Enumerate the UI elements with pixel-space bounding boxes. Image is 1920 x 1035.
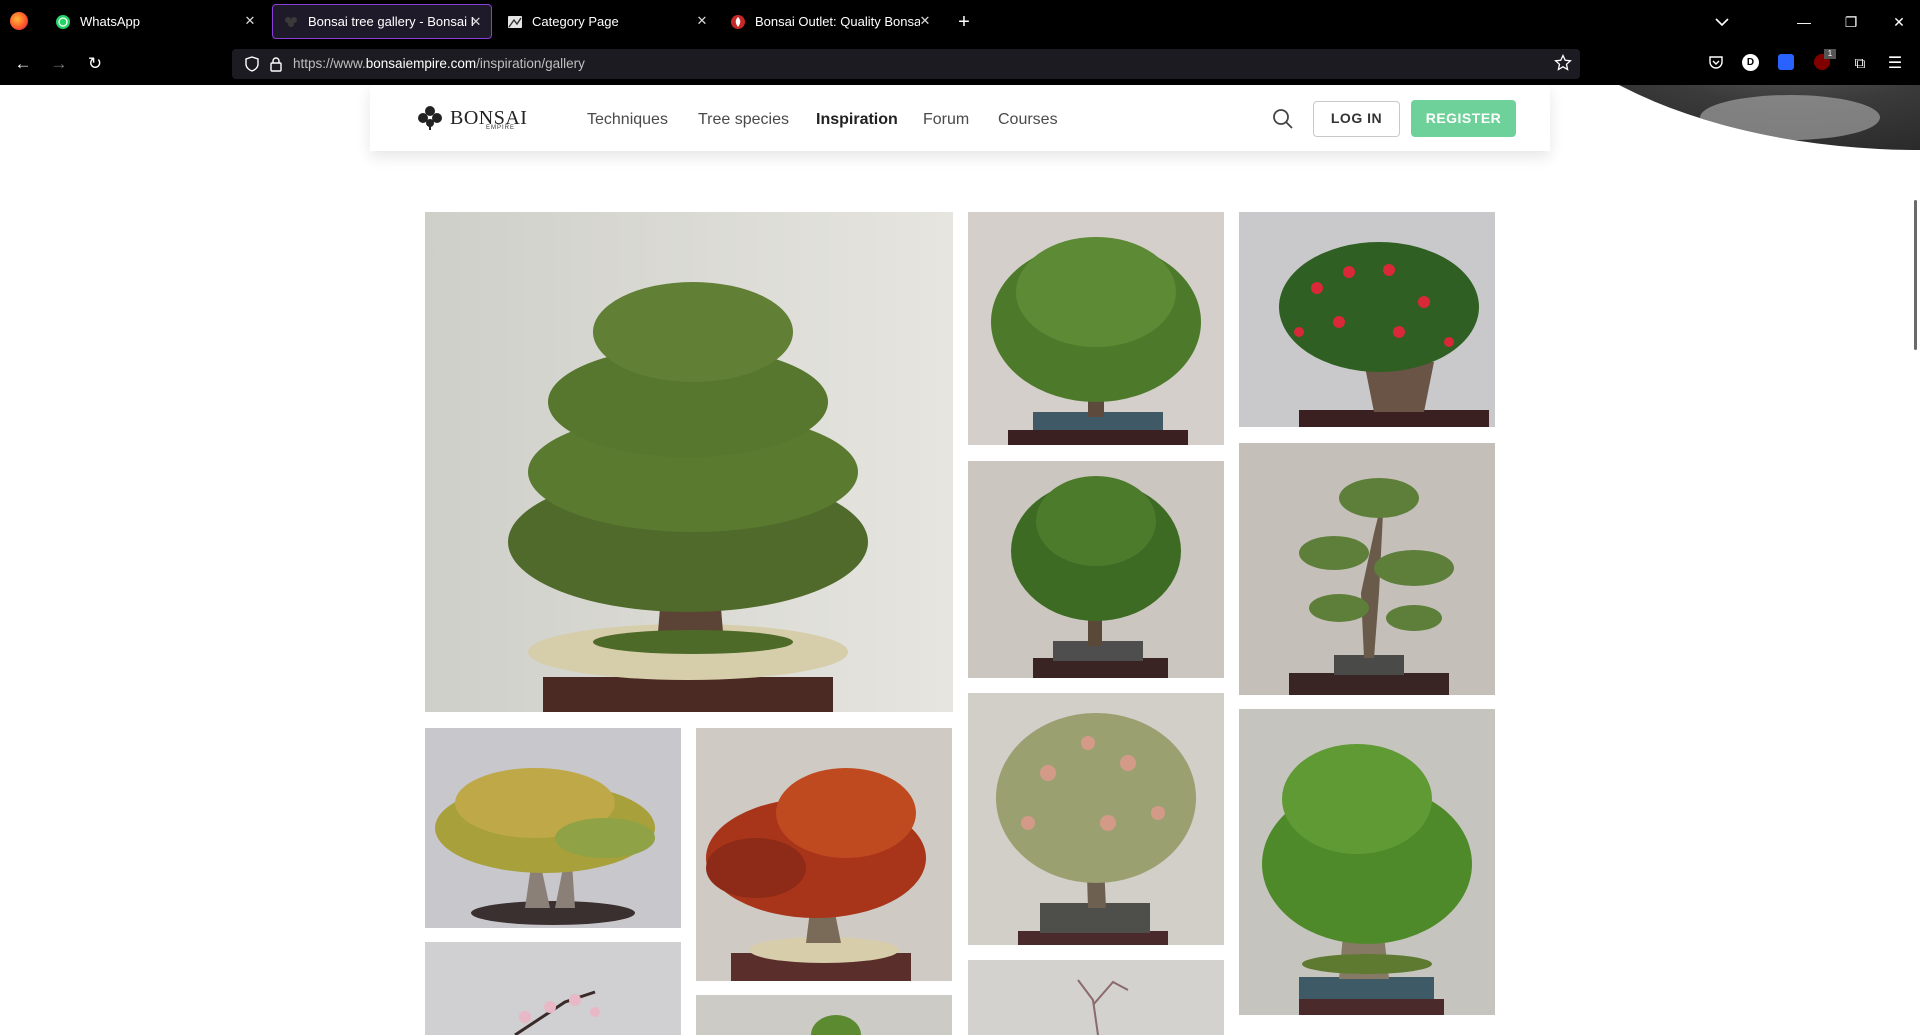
minimize-window-icon[interactable]: — bbox=[1790, 8, 1818, 36]
url-prefix: https://www. bbox=[293, 56, 366, 71]
gallery-photo[interactable] bbox=[425, 942, 681, 1035]
gallery-photo[interactable] bbox=[968, 461, 1224, 678]
tab-category-page[interactable]: Category Page ✕ bbox=[497, 4, 717, 39]
pocket-icon[interactable] bbox=[1706, 54, 1726, 74]
tab-whatsapp[interactable]: WhatsApp ✕ bbox=[45, 4, 265, 39]
category-page-icon bbox=[507, 14, 523, 30]
tab-bonsai-gallery[interactable]: Bonsai tree gallery - Bonsai Emp ✕ bbox=[272, 4, 492, 39]
close-tab-icon[interactable]: ✕ bbox=[916, 12, 934, 30]
close-tab-icon[interactable]: ✕ bbox=[241, 12, 259, 30]
extensions-puzzle-icon[interactable]: ⧉ bbox=[1850, 54, 1870, 74]
address-bar[interactable]: https://www.bonsaiempire.com/inspiration… bbox=[232, 49, 1580, 79]
gallery-photo[interactable] bbox=[696, 728, 952, 981]
tab-title: Bonsai tree gallery - Bonsai Emp bbox=[308, 14, 473, 29]
close-tab-icon[interactable]: ✕ bbox=[467, 13, 485, 31]
forward-icon[interactable]: → bbox=[46, 51, 72, 77]
gallery-photo[interactable] bbox=[968, 212, 1224, 445]
close-window-icon[interactable]: ✕ bbox=[1885, 8, 1913, 36]
nav-techniques[interactable]: Techniques bbox=[587, 111, 668, 129]
url-path: /inspiration/gallery bbox=[476, 56, 585, 71]
restore-window-icon[interactable]: ❐ bbox=[1837, 8, 1865, 36]
nav-forum[interactable]: Forum bbox=[923, 111, 969, 129]
whatsapp-icon bbox=[55, 14, 71, 30]
hamburger-menu-icon[interactable]: ☰ bbox=[1885, 54, 1905, 74]
list-all-tabs-icon[interactable] bbox=[1708, 8, 1736, 36]
nav-inspiration[interactable]: Inspiration bbox=[816, 111, 898, 129]
search-icon[interactable] bbox=[1272, 108, 1294, 130]
web-page: BONSAI EMPIRE Techniques Tree species In… bbox=[0, 85, 1920, 1035]
bonsai-logo-icon bbox=[418, 106, 442, 130]
tab-title: WhatsApp bbox=[80, 14, 140, 29]
url-text[interactable]: https://www.bonsaiempire.com/inspiration… bbox=[293, 56, 585, 71]
tab-title: Category Page bbox=[532, 14, 619, 29]
gallery-photo[interactable] bbox=[696, 995, 952, 1035]
page-scrollbar-thumb[interactable] bbox=[1914, 200, 1917, 350]
firefox-menu-icon[interactable] bbox=[10, 12, 28, 30]
bookmark-star-icon[interactable] bbox=[1554, 53, 1572, 72]
lock-icon[interactable] bbox=[268, 56, 284, 72]
account-avatar-icon[interactable]: D bbox=[1742, 54, 1762, 74]
new-tab-icon[interactable]: + bbox=[950, 8, 978, 36]
hero-image-corner bbox=[1500, 85, 1920, 150]
gallery-photo[interactable] bbox=[425, 728, 681, 928]
browser-tab-bar: WhatsApp ✕ Bonsai tree gallery - Bonsai … bbox=[0, 0, 1920, 43]
bonsai-outlet-icon bbox=[730, 14, 746, 30]
nav-courses[interactable]: Courses bbox=[998, 111, 1058, 129]
gallery-photo[interactable] bbox=[968, 693, 1224, 945]
browser-nav-bar: ← → ↻ https://www.bonsaiempire.com/inspi… bbox=[0, 43, 1920, 85]
gallery-photo[interactable] bbox=[968, 960, 1224, 1035]
back-icon[interactable]: ← bbox=[10, 51, 36, 77]
site-header: BONSAI EMPIRE Techniques Tree species In… bbox=[370, 85, 1550, 151]
ublock-icon[interactable]: 1 bbox=[1814, 49, 1836, 74]
tracking-protection-shield-icon[interactable] bbox=[244, 56, 260, 72]
close-tab-icon[interactable]: ✕ bbox=[693, 12, 711, 30]
site-logo[interactable]: BONSAI EMPIRE bbox=[416, 105, 527, 131]
extension-shield-icon[interactable] bbox=[1778, 54, 1798, 74]
tab-bonsai-outlet[interactable]: Bonsai Outlet: Quality Bonsai Tr ✕ bbox=[720, 4, 940, 39]
gallery-photo[interactable] bbox=[1239, 709, 1495, 1015]
gallery-photo[interactable] bbox=[1239, 443, 1495, 695]
login-button[interactable]: LOG IN bbox=[1313, 101, 1400, 137]
gallery-photo[interactable] bbox=[425, 212, 953, 712]
tab-title: Bonsai Outlet: Quality Bonsai Tr bbox=[755, 14, 920, 29]
register-button[interactable]: REGISTER bbox=[1411, 100, 1516, 137]
logo-subtext: EMPIRE bbox=[486, 125, 516, 131]
bonsai-empire-icon bbox=[283, 14, 299, 30]
url-host: bonsaiempire.com bbox=[365, 56, 477, 71]
reload-icon[interactable]: ↻ bbox=[82, 51, 108, 77]
gallery-photo[interactable] bbox=[1239, 212, 1495, 427]
nav-tree-species[interactable]: Tree species bbox=[698, 111, 789, 129]
